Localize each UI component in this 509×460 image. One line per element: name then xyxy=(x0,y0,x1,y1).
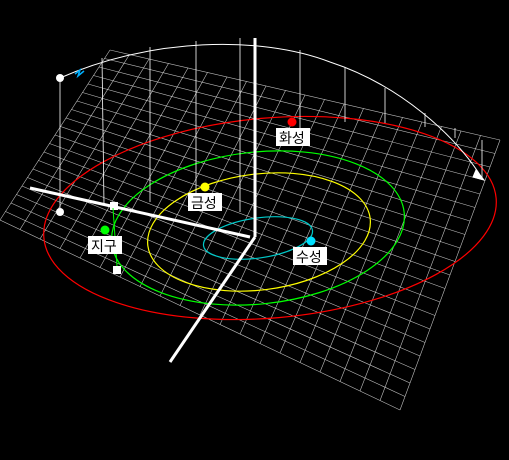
planet-label-mars: 화성 xyxy=(276,128,310,147)
planet-dot-mars[interactable] xyxy=(287,117,297,127)
svg-text:화성: 화성 xyxy=(279,131,305,147)
planet-dot-mercury[interactable] xyxy=(306,236,316,246)
planet-label-venus: 금성 xyxy=(188,193,222,212)
earth-marker-upper xyxy=(110,202,118,210)
planet-label-mercury: 수성 xyxy=(293,247,327,266)
trajectory-start-point xyxy=(56,74,64,82)
planet-dot-earth[interactable] xyxy=(100,225,110,235)
earth-marker-lower xyxy=(113,266,121,274)
earth-position-point xyxy=(56,208,64,216)
planet-dot-venus[interactable] xyxy=(200,182,210,192)
planet-label-earth: 지구 xyxy=(88,236,122,255)
svg-text:지구: 지구 xyxy=(91,239,117,255)
svg-text:수성: 수성 xyxy=(296,250,322,266)
svg-text:금성: 금성 xyxy=(191,196,217,212)
solar-system-3d-view[interactable]: 수성 금성 지구 화성 xyxy=(0,0,509,460)
